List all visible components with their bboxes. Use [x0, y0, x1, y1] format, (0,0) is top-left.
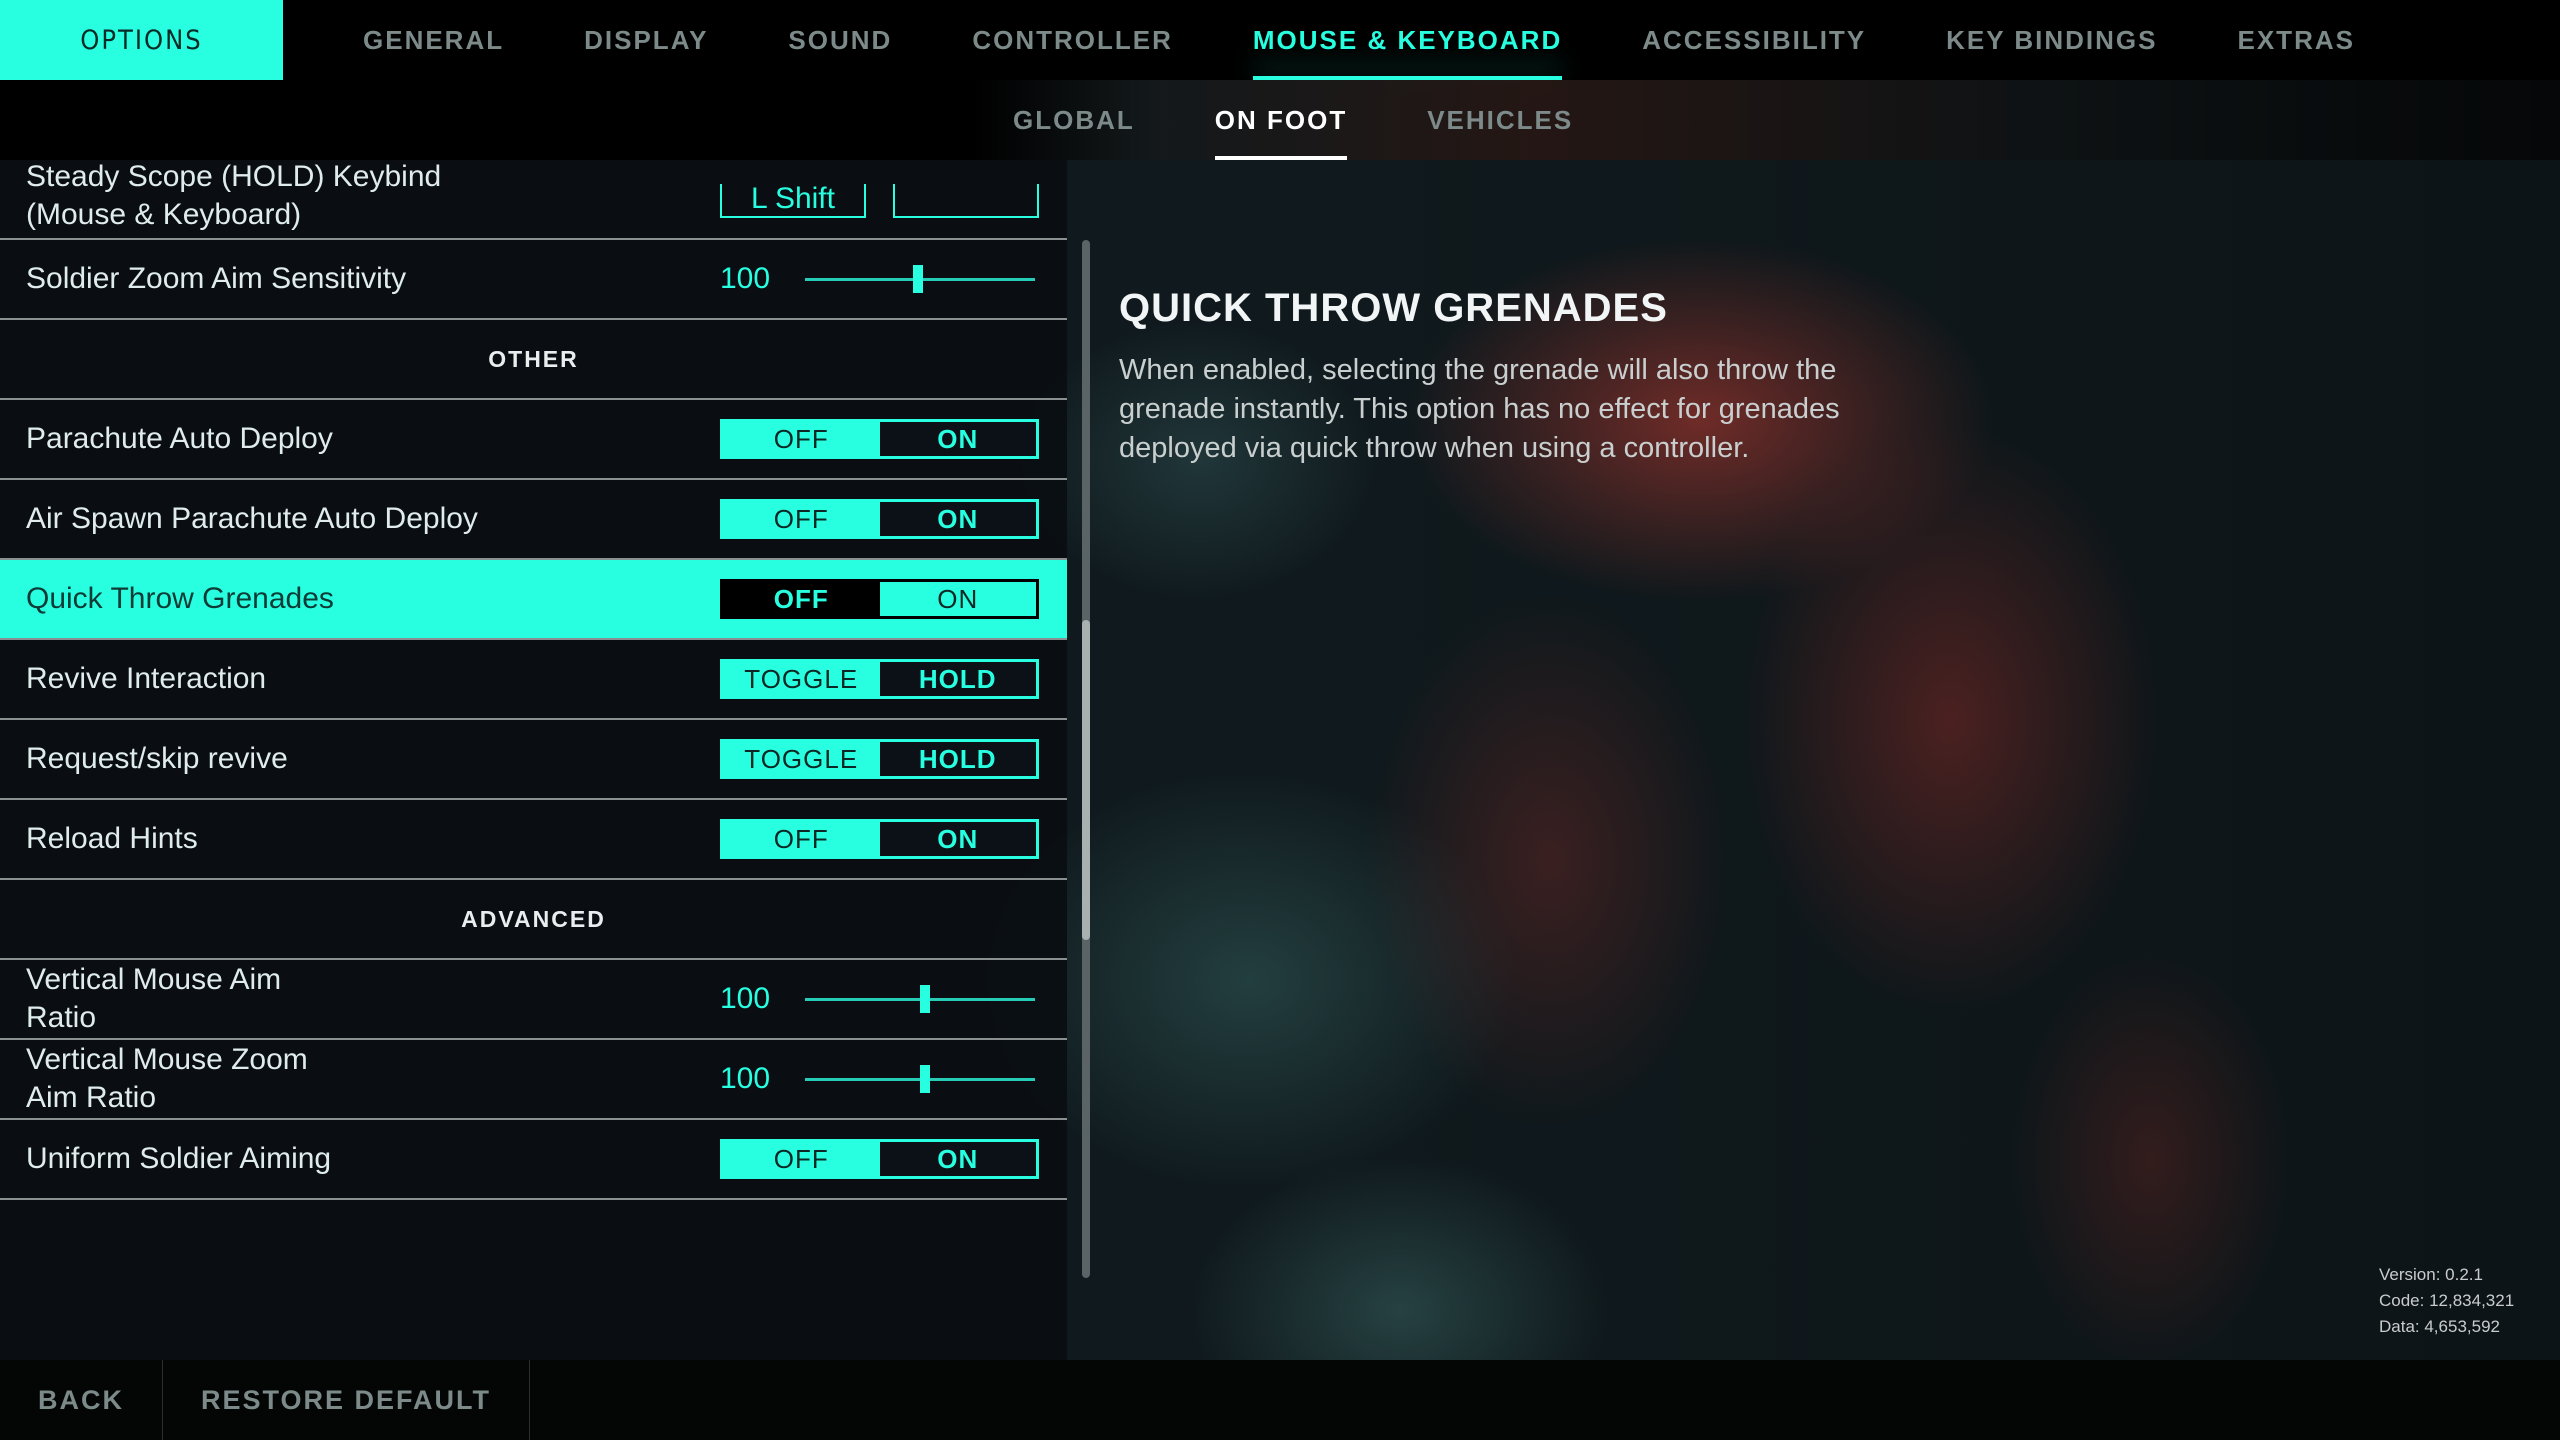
toggle-switch[interactable]: TOGGLE HOLD — [720, 739, 1039, 779]
section-title: OTHER — [488, 345, 579, 372]
setting-vertical-mouse-aim-ratio[interactable]: Vertical Mouse Aim Ratio 100 — [0, 960, 1067, 1040]
toggle-switch[interactable]: OFF ON — [720, 819, 1039, 859]
toggle-option-toggle[interactable]: TOGGLE — [723, 742, 880, 776]
setting-label: Request/skip revive — [26, 742, 288, 775]
setting-reload-hints[interactable]: Reload Hints OFF ON — [0, 800, 1067, 880]
toggle-option-hold[interactable]: HOLD — [879, 742, 1036, 776]
toggle-switch[interactable]: OFF ON — [720, 419, 1039, 459]
subtab-on-foot[interactable]: ON FOOT — [1214, 80, 1348, 160]
slider-handle[interactable] — [912, 265, 923, 293]
setting-steady-scope-keybind[interactable]: Steady Scope (HOLD) Keybind (Mouse & Key… — [0, 160, 1067, 240]
section-header-advanced: ADVANCED — [0, 880, 1067, 960]
description-body: When enabled, selecting the grenade will… — [1119, 354, 1840, 464]
toggle-option-on[interactable]: ON — [879, 502, 1036, 536]
setting-label: Revive Interaction — [26, 662, 267, 695]
tab-sound[interactable]: SOUND — [788, 0, 892, 80]
secondary-keybind-button[interactable] — [893, 184, 1039, 218]
slider-value: 100 — [720, 982, 771, 1015]
version-text: Version: 0.2.1 — [2379, 1265, 2483, 1284]
setting-uniform-soldier-aiming[interactable]: Uniform Soldier Aiming OFF ON — [0, 1120, 1067, 1200]
keybind-value: L Shift — [751, 182, 835, 215]
toggle-switch[interactable]: TOGGLE HOLD — [720, 659, 1039, 699]
toggle-option-on[interactable]: ON — [879, 422, 1036, 456]
slider-value: 100 — [720, 1062, 771, 1095]
restore-default-button[interactable]: RESTORE DEFAULT — [163, 1360, 531, 1440]
toggle-option-off[interactable]: OFF — [723, 422, 880, 456]
slider-handle[interactable] — [919, 985, 930, 1013]
section-title: ADVANCED — [461, 905, 606, 932]
toggle-switch[interactable]: OFF ON — [720, 499, 1039, 539]
version-info: Version: 0.2.1 Code: 12,834,321 Data: 4,… — [2379, 1262, 2514, 1340]
code-text: Code: 12,834,321 — [2379, 1291, 2515, 1310]
subtab-vehicles[interactable]: VEHICLES — [1427, 80, 1573, 160]
toggle-switch[interactable]: OFF ON — [720, 1139, 1039, 1179]
slider-handle[interactable] — [919, 1065, 930, 1093]
toggle-option-off[interactable]: OFF — [723, 822, 880, 856]
toggle-option-hold[interactable]: HOLD — [879, 662, 1036, 696]
tab-display[interactable]: DISPLAY — [584, 0, 708, 80]
toggle-option-off[interactable]: OFF — [723, 1142, 880, 1176]
setting-label: Parachute Auto Deploy — [26, 422, 333, 455]
bottom-bar: BACK RESTORE DEFAULT — [0, 1360, 2560, 1440]
setting-soldier-zoom-aim-sensitivity[interactable]: Soldier Zoom Aim Sensitivity 100 — [0, 240, 1067, 320]
setting-label: Vertical Mouse Aim Ratio — [26, 963, 282, 1034]
slider-value: 100 — [720, 262, 771, 295]
scrollbar-thumb[interactable] — [1082, 620, 1090, 940]
data-text: Data: 4,653,592 — [2379, 1317, 2500, 1336]
setting-description: QUICK THROW GRENADES When enabled, selec… — [1119, 286, 1939, 468]
toggle-option-off[interactable]: OFF — [723, 502, 880, 536]
setting-quick-throw-grenades[interactable]: Quick Throw Grenades OFF ON — [0, 560, 1067, 640]
tab-key-bindings[interactable]: KEY BINDINGS — [1946, 0, 2157, 80]
main-tabs: GENERAL DISPLAY SOUND CONTROLLER MOUSE &… — [363, 0, 2435, 80]
toggle-option-toggle[interactable]: TOGGLE — [723, 662, 880, 696]
toggle-option-on[interactable]: ON — [879, 1142, 1036, 1176]
tab-mouse-keyboard[interactable]: MOUSE & KEYBOARD — [1252, 0, 1563, 80]
setting-request-skip-revive[interactable]: Request/skip revive TOGGLE HOLD — [0, 720, 1067, 800]
sub-nav: GLOBAL ON FOOT VEHICLES — [0, 80, 2560, 160]
setting-air-spawn-parachute-auto-deploy[interactable]: Air Spawn Parachute Auto Deploy OFF ON — [0, 480, 1067, 560]
setting-label: Air Spawn Parachute Auto Deploy — [26, 502, 478, 535]
top-nav: OPTIONS GENERAL DISPLAY SOUND CONTROLLER… — [0, 0, 2560, 80]
back-button[interactable]: BACK — [0, 1360, 163, 1440]
subtab-global[interactable]: GLOBAL — [1013, 80, 1135, 160]
setting-label: Vertical Mouse Zoom Aim Ratio — [26, 1043, 308, 1114]
primary-keybind-button[interactable]: L Shift — [720, 184, 866, 218]
tab-extras[interactable]: EXTRAS — [2238, 0, 2355, 80]
settings-panel: Steady Scope (HOLD) Keybind (Mouse & Key… — [0, 160, 1067, 1360]
tab-accessibility[interactable]: ACCESSIBILITY — [1642, 0, 1866, 80]
sub-tabs: GLOBAL ON FOOT VEHICLES — [1013, 80, 1653, 160]
options-title: OPTIONS — [0, 0, 283, 80]
toggle-switch[interactable]: OFF ON — [720, 579, 1039, 619]
toggle-option-off[interactable]: OFF — [723, 582, 880, 616]
setting-revive-interaction[interactable]: Revive Interaction TOGGLE HOLD — [0, 640, 1067, 720]
tab-general[interactable]: GENERAL — [363, 0, 504, 80]
setting-label: Uniform Soldier Aiming — [26, 1142, 332, 1175]
tab-controller[interactable]: CONTROLLER — [972, 0, 1173, 80]
setting-label: Reload Hints — [26, 822, 198, 855]
description-title: QUICK THROW GRENADES — [1119, 286, 1668, 330]
setting-vertical-mouse-zoom-aim-ratio[interactable]: Vertical Mouse Zoom Aim Ratio 100 — [0, 1040, 1067, 1120]
section-header-other: OTHER — [0, 320, 1067, 400]
setting-label: Soldier Zoom Aim Sensitivity — [26, 262, 407, 295]
settings-list: Steady Scope (HOLD) Keybind (Mouse & Key… — [0, 160, 1067, 1200]
setting-label: Steady Scope (HOLD) Keybind (Mouse & Key… — [26, 160, 442, 231]
toggle-option-on[interactable]: ON — [879, 822, 1036, 856]
toggle-option-on[interactable]: ON — [879, 582, 1036, 616]
setting-parachute-auto-deploy[interactable]: Parachute Auto Deploy OFF ON — [0, 400, 1067, 480]
setting-label: Quick Throw Grenades — [26, 582, 334, 615]
